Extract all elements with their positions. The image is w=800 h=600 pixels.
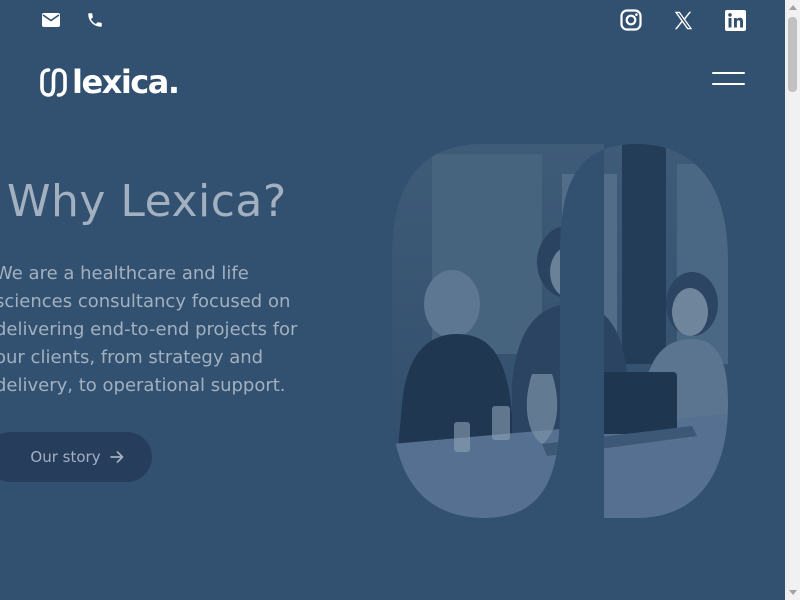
linkedin-icon <box>724 9 746 31</box>
arrow-right-icon <box>109 451 123 463</box>
page: lexica. Why Lexica? We are a healthcare … <box>0 0 785 600</box>
email-link[interactable] <box>40 10 62 30</box>
x-icon <box>674 11 692 29</box>
linkedin-link[interactable] <box>723 8 747 32</box>
phone-link[interactable] <box>84 9 106 31</box>
hero-description: We are a healthcare and life sciences co… <box>0 263 298 396</box>
instagram-icon <box>620 9 642 31</box>
menu-button[interactable] <box>710 70 748 92</box>
cta-label: Our story <box>30 448 101 466</box>
our-story-button[interactable]: Our story <box>0 432 152 482</box>
scrollbar-thumb[interactable] <box>788 17 797 92</box>
brand-logo[interactable]: lexica. <box>40 62 180 102</box>
scroll-up-icon <box>788 5 797 10</box>
logo-mark-icon <box>40 67 67 97</box>
hero-title: Why Lexica? <box>7 176 287 227</box>
vertical-scrollbar[interactable] <box>785 0 800 600</box>
brand-name: lexica. <box>72 63 180 101</box>
instagram-link[interactable] <box>619 8 643 32</box>
x-twitter-link[interactable] <box>671 8 695 32</box>
mail-icon <box>42 13 60 27</box>
phone-icon <box>88 13 102 27</box>
team-meeting-photo <box>392 144 728 518</box>
scroll-down-button[interactable] <box>785 585 800 600</box>
scroll-down-icon <box>788 590 797 595</box>
scroll-up-button[interactable] <box>785 0 800 15</box>
